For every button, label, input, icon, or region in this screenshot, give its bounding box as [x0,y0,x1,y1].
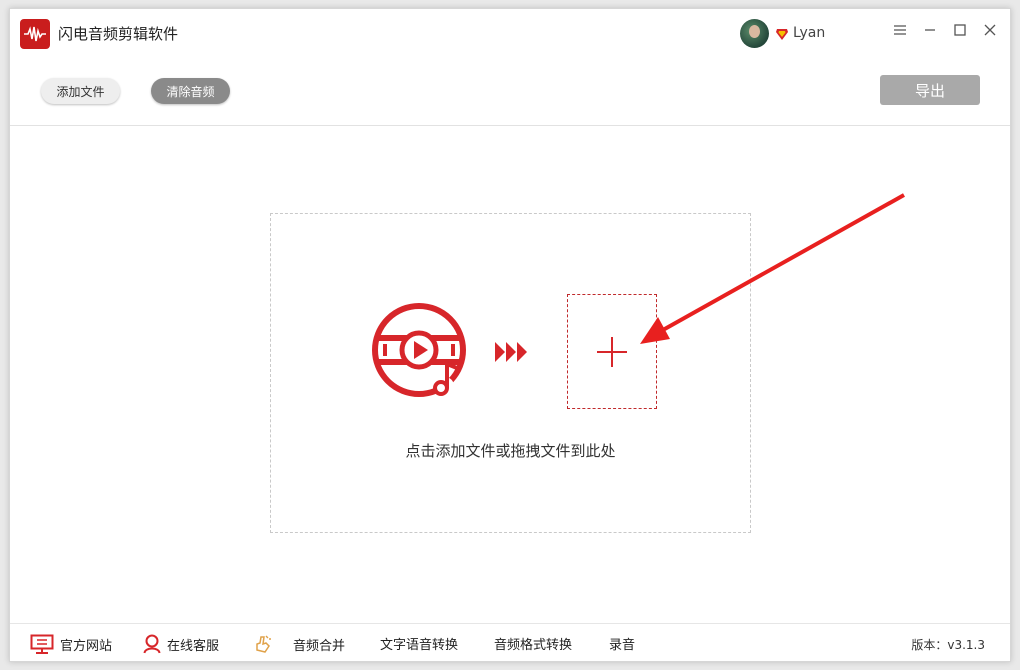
format-convert-label[interactable]: 音频格式转换 [494,634,572,653]
official-site-link[interactable]: 官方网站 [30,634,112,654]
audio-merge-link[interactable]: 音频合并 [253,634,345,654]
online-service-label[interactable]: 在线客服 [167,635,219,654]
app-window: 闪电音频剪辑软件 Lyan 添加文件 清除音频 导出 点击添加文件或拖拽文件到此… [9,8,1011,662]
waveform-logo-icon [20,19,50,49]
add-file-button[interactable]: 添加文件 [41,78,120,104]
app-title: 闪电音频剪辑软件 [58,25,179,43]
menu-lines-icon[interactable] [892,22,908,38]
record-label[interactable]: 录音 [609,634,635,653]
minimize-icon[interactable] [922,22,938,38]
drop-hint: 点击添加文件或拖拽文件到此处 [405,442,616,460]
file-drop-zone[interactable]: 点击添加文件或拖拽文件到此处 [270,213,751,533]
export-button[interactable]: 导出 [880,75,980,105]
record-link[interactable]: 录音 [609,634,635,653]
person-icon [143,634,161,654]
title-bar: 闪电音频剪辑软件 Lyan [10,9,1010,56]
window-controls [892,22,998,38]
hand-icon [256,635,271,653]
text-to-speech-link[interactable]: 文字语音转换 [380,634,458,653]
monitor-icon [30,634,54,654]
triple-chevron-icon [495,340,529,364]
clear-audio-button[interactable]: 清除音频 [151,78,230,104]
plus-icon [597,336,627,367]
user-account[interactable]: Lyan [740,18,825,48]
toolbar: 添加文件 清除音频 导出 [10,56,1010,126]
maximize-icon[interactable] [952,22,968,38]
user-name[interactable]: Lyan [793,25,825,41]
diamond-vip-icon [775,26,789,40]
avatar[interactable] [740,18,769,48]
text-to-speech-label[interactable]: 文字语音转换 [380,634,458,653]
audio-merge-label[interactable]: 音频合并 [293,635,345,654]
add-file-box[interactable] [567,294,657,409]
official-site-label[interactable]: 官方网站 [60,635,112,654]
format-convert-link[interactable]: 音频格式转换 [494,634,572,653]
close-icon[interactable] [982,22,998,38]
footer-bar: 官方网站 在线客服 音频合并 文字语音转换 音频格式转换 录音 版本：v3.1.… [10,623,1010,661]
version-label: 版本：v3.1.3 [911,638,985,652]
music-disc-icon [371,302,471,402]
online-service-link[interactable]: 在线客服 [143,634,219,654]
